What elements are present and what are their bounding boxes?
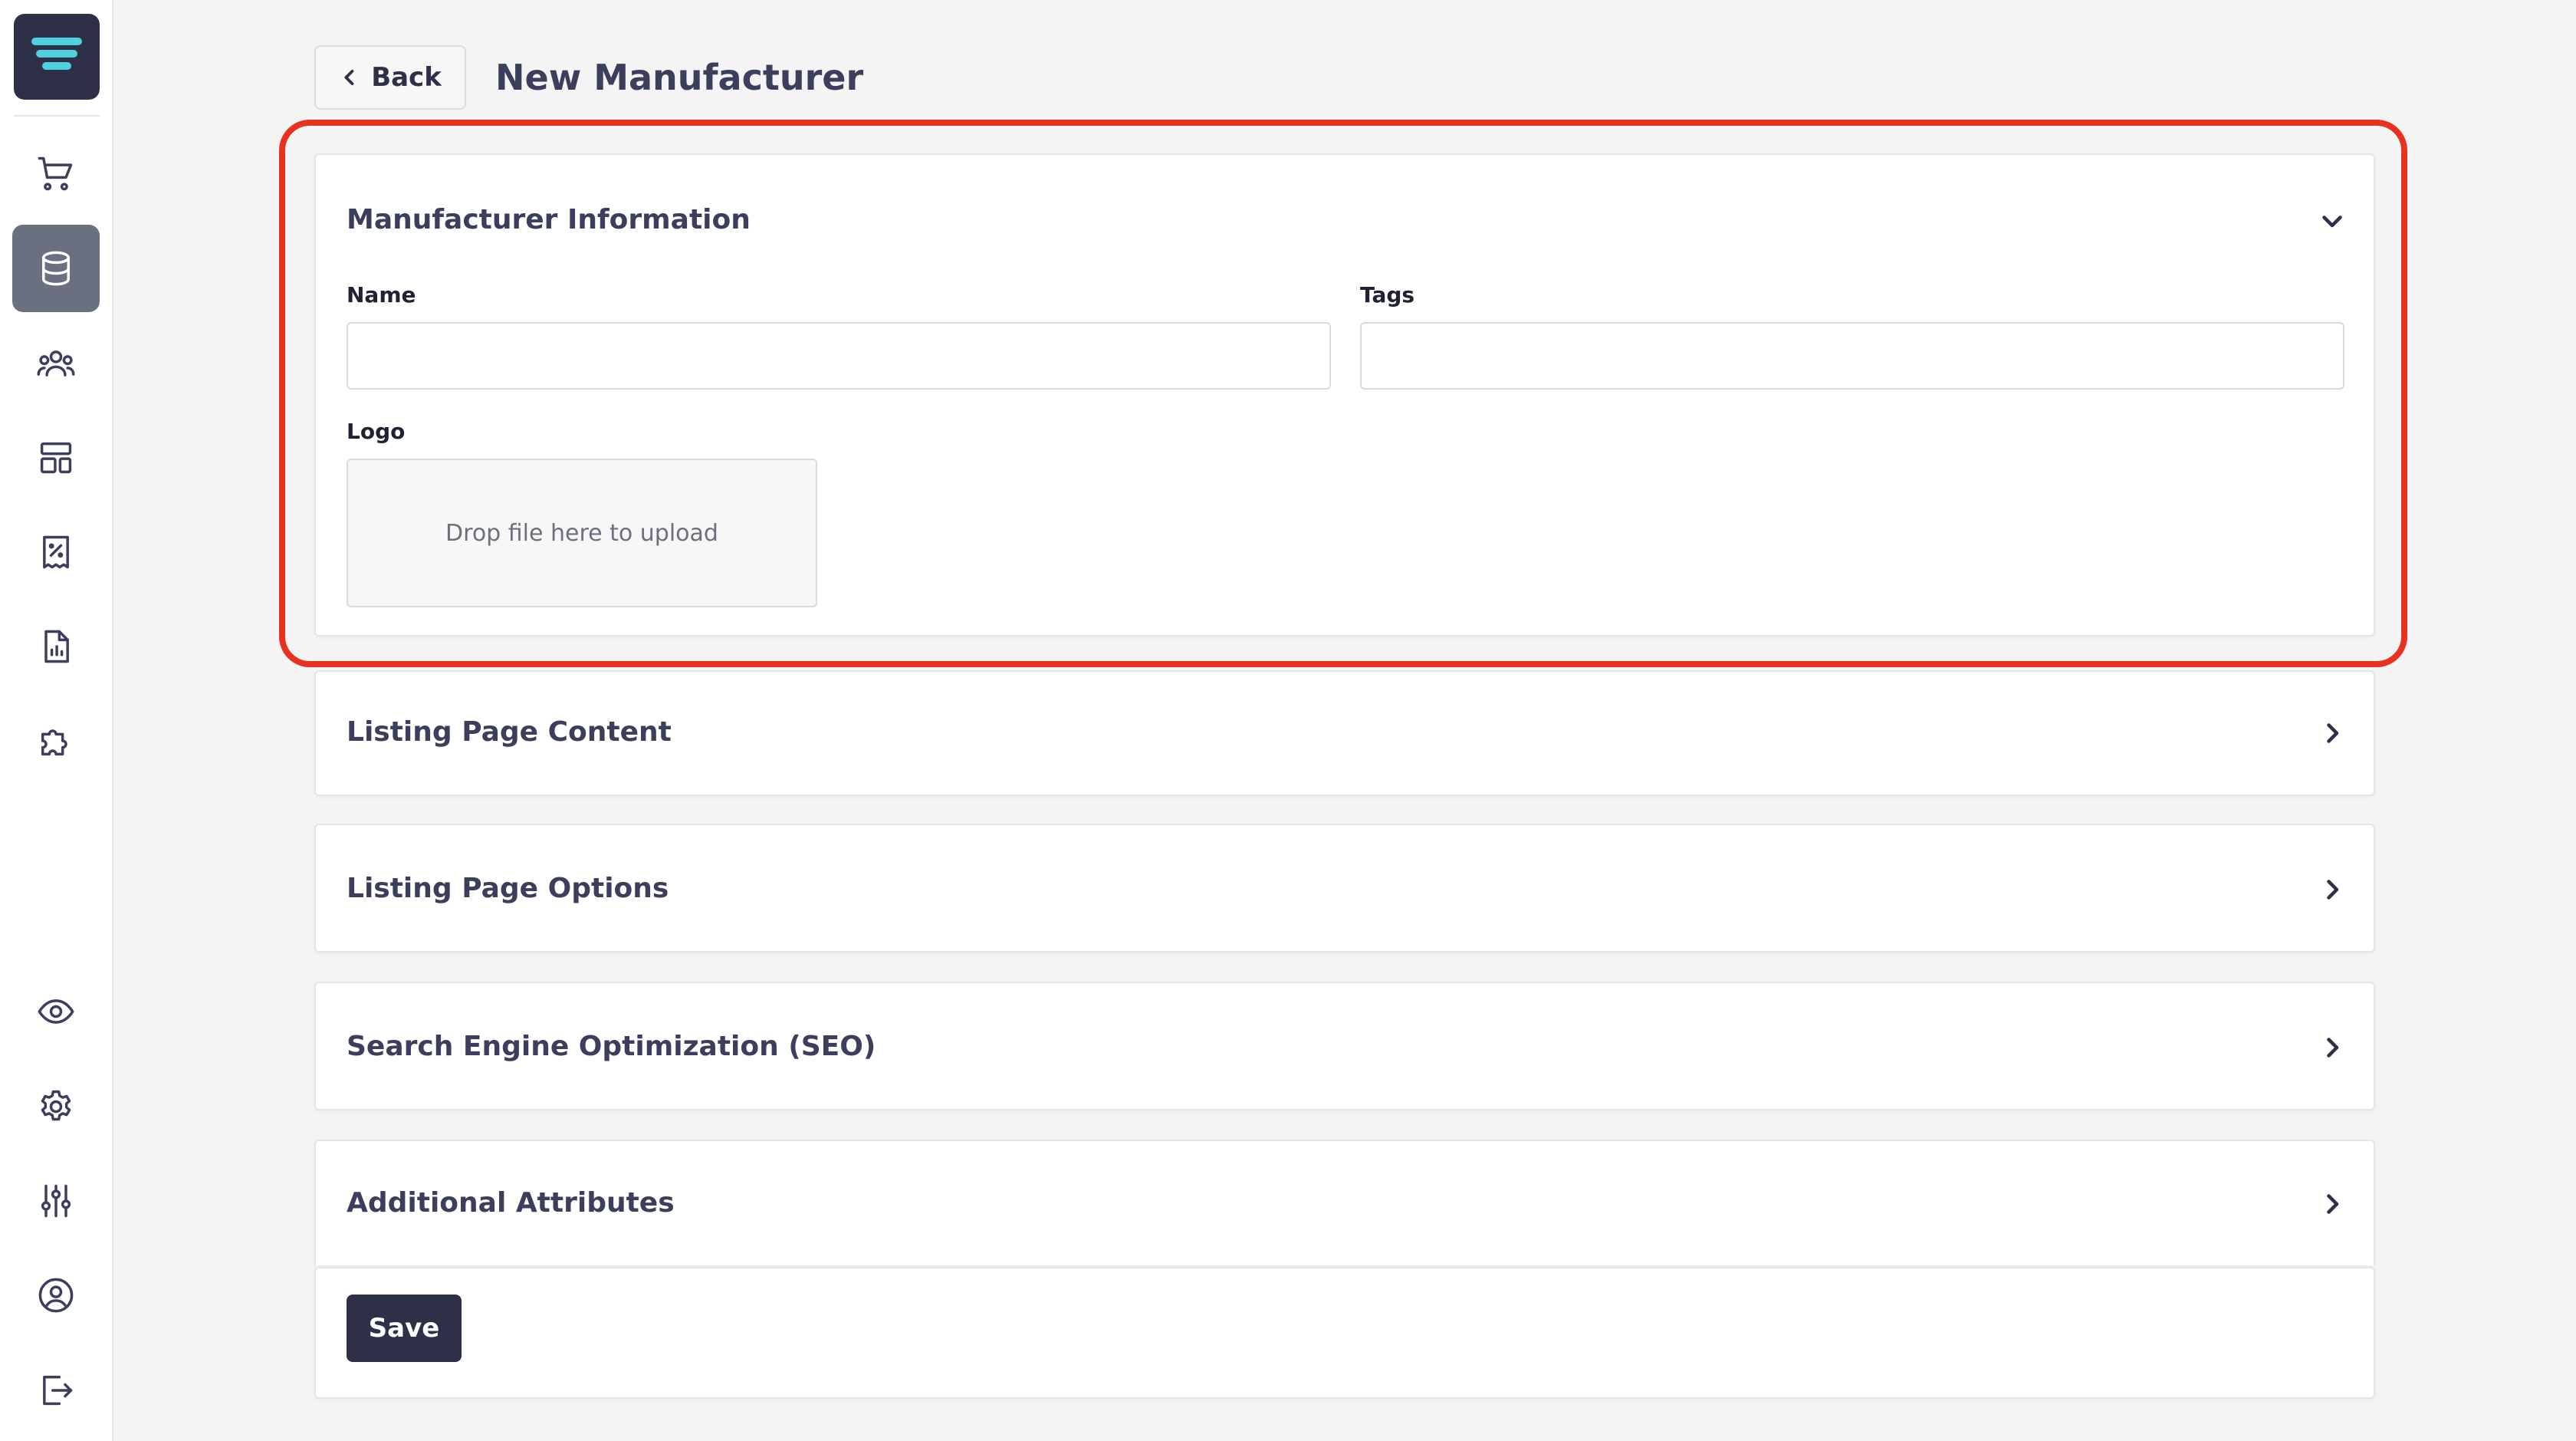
section-additional-attributes[interactable]: Additional Attributes — [314, 1140, 2375, 1265]
tags-label: Tags — [1360, 282, 1415, 308]
puzzle-icon — [41, 729, 67, 756]
section-listing-page-content[interactable]: Listing Page Content — [314, 670, 2375, 796]
logo-label: Logo — [347, 419, 406, 444]
manufacturer-info-title[interactable]: Manufacturer Information — [347, 204, 751, 235]
name-input[interactable] — [347, 322, 1331, 390]
sidebar-item-settings[interactable] — [12, 1063, 100, 1150]
manufacturer-info-card: Manufacturer Information Name Tags Logo … — [314, 153, 2375, 637]
chevron-left-icon — [344, 69, 354, 86]
eye-icon — [38, 999, 74, 1024]
back-button-label: Back — [371, 62, 442, 93]
section-title: Listing Page Content — [347, 716, 672, 748]
receipt-discount-icon — [43, 535, 69, 569]
logout-icon — [43, 1375, 73, 1406]
sidebar — [0, 0, 113, 1441]
sidebar-item-account[interactable] — [12, 1252, 100, 1339]
sidebar-item-catalog[interactable] — [12, 225, 100, 312]
section-title: Additional Attributes — [347, 1187, 675, 1219]
chevron-down-icon[interactable] — [2318, 207, 2346, 235]
app-logo[interactable] — [14, 14, 100, 100]
back-button[interactable]: Back — [314, 45, 466, 110]
sliders-icon — [41, 1184, 71, 1218]
layout-icon — [40, 442, 72, 474]
database-icon — [42, 251, 70, 286]
sidebar-item-promotions[interactable] — [12, 508, 100, 596]
name-label: Name — [347, 282, 416, 308]
sidebar-item-logout[interactable] — [12, 1347, 100, 1434]
users-icon — [37, 350, 75, 377]
sidebar-item-adjustments[interactable] — [12, 1157, 100, 1245]
section-title: Search Engine Optimization (SEO) — [347, 1031, 876, 1062]
section-listing-page-options[interactable]: Listing Page Options — [314, 824, 2375, 952]
save-bar: Save — [314, 1267, 2375, 1399]
sidebar-item-reports[interactable] — [12, 603, 100, 690]
sidebar-item-customers[interactable] — [12, 320, 100, 407]
sidebar-item-extensions[interactable] — [12, 697, 100, 785]
section-seo[interactable]: Search Engine Optimization (SEO) — [314, 982, 2375, 1110]
user-circle-icon — [38, 1278, 74, 1313]
chevron-right-icon — [2327, 880, 2339, 900]
sidebar-item-layout[interactable] — [12, 414, 100, 502]
report-icon — [44, 630, 69, 663]
sidebar-item-orders[interactable] — [12, 130, 100, 217]
sidebar-item-preview[interactable] — [12, 968, 100, 1055]
section-title: Listing Page Options — [347, 873, 669, 904]
page-header: Back New Manufacturer — [314, 44, 863, 110]
tags-input[interactable] — [1360, 322, 2344, 390]
sidebar-divider — [14, 115, 100, 117]
chevron-right-icon — [2327, 1194, 2339, 1214]
logo-dropzone[interactable]: Drop file here to upload — [347, 459, 817, 607]
save-button[interactable]: Save — [347, 1295, 462, 1362]
dropzone-text: Drop file here to upload — [445, 519, 718, 547]
cart-icon — [38, 156, 73, 191]
logo-icon — [31, 38, 82, 70]
page-title: New Manufacturer — [495, 57, 864, 98]
chevron-right-icon — [2327, 1038, 2339, 1058]
chevron-right-icon — [2327, 723, 2339, 743]
gear-icon — [41, 1090, 71, 1121]
